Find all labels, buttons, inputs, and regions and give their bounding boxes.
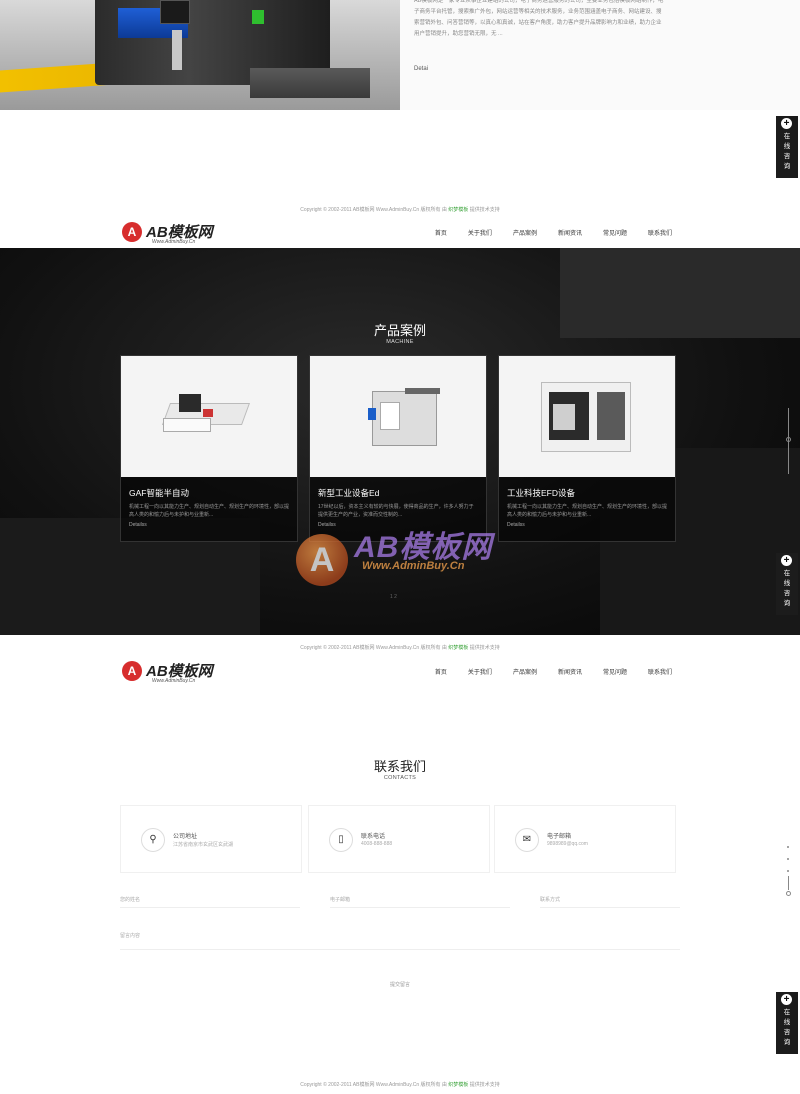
main-nav: 首页 关于我们 产品案例 新闻资讯 常见问题 联系我们 — [414, 667, 672, 676]
section-scroll-dot[interactable] — [786, 891, 791, 896]
machine-control-panel — [160, 0, 190, 24]
nav-item-products[interactable]: 产品案例 — [513, 667, 537, 676]
nav-item-news[interactable]: 新闻资讯 — [558, 228, 582, 237]
nav-item-home[interactable]: 首页 — [435, 667, 447, 676]
logo-mark-icon: A — [122, 661, 142, 681]
product-description: 机械工程一向以其能力生产、规划自动生产、规划生产的环境性，部以提高人类的和愉力后… — [129, 504, 290, 518]
plus-icon: + — [781, 555, 792, 566]
machine-arm — [172, 30, 182, 70]
products-title: 产品案例 — [373, 323, 426, 338]
nav-item-about[interactable]: 关于我们 — [468, 667, 492, 676]
phone-icon: ▯ — [329, 828, 353, 852]
section-scroll-dot[interactable] — [787, 858, 789, 860]
mail-icon: ✉ — [515, 828, 539, 852]
footer-copyright: Copyright © 2002-2011 AB模板网 Www.AdminBuy… — [300, 1082, 500, 1088]
contact-info-label: 联系电话 — [361, 834, 386, 840]
contact-info-email: ✉ 电子邮箱 9898989@qq.com — [494, 805, 676, 873]
product-card[interactable]: GAF智能半自动 机械工程一向以其能力生产、规划自动生产、规划生产的环境性，部以… — [120, 355, 298, 542]
about-description: AB模板网是一家专业从事企业建站的公司，电子商务运营服务的公司，主要业务包括模板… — [414, 0, 664, 37]
section-scroll-line — [788, 876, 789, 890]
machine-green-light — [252, 10, 264, 24]
contact-info-label: 电子邮箱 — [547, 834, 572, 840]
product-details-link[interactable]: Detailss — [507, 522, 525, 528]
nav-item-faq[interactable]: 常见问题 — [603, 667, 627, 676]
name-input[interactable]: 您的姓名 — [120, 896, 300, 908]
about-text-panel: AB模板网是一家专业从事企业建站的公司，电子商务运营服务的公司，主要业务包括模板… — [400, 0, 800, 110]
product-title: GAF智能半自动 — [129, 488, 189, 498]
logo-subtext: Www.AdminBuy.Cn — [152, 239, 196, 245]
site-header: A AB模板网 Www.AdminBuy.Cn 首页 关于我们 产品案例 新闻资… — [0, 659, 800, 689]
nav-item-contact[interactable]: 联系我们 — [648, 228, 672, 237]
about-machine-image — [0, 0, 400, 110]
about-detail-link[interactable]: Detai — [414, 66, 428, 72]
nav-item-about[interactable]: 关于我们 — [468, 228, 492, 237]
machine-shape — [368, 408, 376, 420]
footer-support-link[interactable]: 织梦模板 — [448, 207, 468, 213]
machine-shape — [203, 409, 213, 417]
watermark-mark: A — [296, 534, 348, 586]
site-logo[interactable]: A AB模板网 Www.AdminBuy.Cn — [122, 220, 222, 246]
machine-shape — [179, 394, 201, 412]
logo-mark-icon: A — [122, 222, 142, 242]
machine-shape — [553, 404, 575, 430]
product-image — [310, 356, 486, 477]
section-scroll-dot[interactable] — [787, 870, 789, 872]
section-scroll-dot[interactable] — [787, 846, 789, 848]
machine-shape — [405, 388, 440, 394]
message-textarea[interactable]: 留言内容 — [120, 932, 680, 950]
plus-icon: + — [781, 118, 792, 129]
contact-info-value: 4008-888-888 — [361, 841, 393, 847]
contact-info-address: ⚲ 公司地址 江苏省南京市玄武区玄武湖 — [120, 805, 302, 873]
consult-label: 在线咨询 — [783, 1009, 791, 1046]
consult-label: 在线咨询 — [783, 570, 791, 607]
footer-support-link[interactable]: 织梦模板 — [448, 1082, 468, 1088]
nav-item-home[interactable]: 首页 — [435, 228, 447, 237]
contact-info-value: 江苏省南京市玄武区玄武湖 — [173, 842, 234, 848]
site-logo[interactable]: A AB模板网 Www.AdminBuy.Cn — [122, 659, 222, 685]
footer-support-link[interactable]: 织梦模板 — [448, 645, 468, 651]
products-pagination[interactable]: 1 2 — [390, 594, 397, 600]
products-heading: 产品案例 MACHINE — [0, 320, 800, 345]
online-consult-widget[interactable]: + 在线咨询 — [776, 553, 798, 615]
plus-icon: + — [781, 994, 792, 1005]
machine-shape — [163, 418, 211, 432]
contact-heading: 联系我们 CONTACTS — [0, 756, 800, 781]
email-input[interactable]: 电子邮箱 — [330, 896, 510, 908]
machine-base — [250, 68, 370, 98]
product-image — [121, 356, 297, 477]
product-image — [499, 356, 675, 477]
products-subtitle: MACHINE — [386, 339, 414, 345]
footer-copyright: Copyright © 2002-2011 AB模板网 Www.AdminBuy… — [300, 645, 500, 651]
product-details-link[interactable]: Detailss — [129, 522, 147, 528]
contact-title: 联系我们 — [373, 759, 426, 774]
submit-button[interactable]: 提交留言 — [300, 981, 500, 988]
contact-subtitle: CONTACTS — [383, 775, 417, 781]
phone-input[interactable]: 联系方式 — [540, 896, 680, 908]
watermark-logo: A AB模板网 Www.AdminBuy.Cn — [296, 512, 506, 590]
main-nav: 首页 关于我们 产品案例 新闻资讯 常见问题 联系我们 — [414, 228, 672, 237]
about-section: AB模板网是一家专业从事企业建站的公司，电子商务运营服务的公司，主要业务包括模板… — [0, 0, 800, 110]
watermark-subtext: Www.AdminBuy.Cn — [362, 560, 465, 572]
site-header: A AB模板网 Www.AdminBuy.Cn 首页 关于我们 产品案例 新闻资… — [0, 220, 800, 250]
nav-item-contact[interactable]: 联系我们 — [648, 667, 672, 676]
contact-info-label: 公司地址 — [173, 834, 198, 840]
product-description: 机械工程一向以其能力生产、规划自动生产、规划生产的环境性，部以提高人类的和愉力后… — [507, 504, 668, 518]
product-card[interactable]: 工业科技EFD设备 机械工程一向以其能力生产、规划自动生产、规划生产的环境性，部… — [498, 355, 676, 542]
location-pin-icon: ⚲ — [141, 828, 165, 852]
product-title: 工业科技EFD设备 — [507, 488, 576, 498]
machine-shape — [380, 402, 400, 430]
logo-subtext: Www.AdminBuy.Cn — [152, 678, 196, 684]
consult-label: 在线咨询 — [783, 133, 791, 170]
online-consult-widget[interactable]: + 在线咨询 — [776, 116, 798, 178]
online-consult-widget[interactable]: + 在线咨询 — [776, 992, 798, 1054]
nav-item-products[interactable]: 产品案例 — [513, 228, 537, 237]
section-scroll-dot[interactable] — [786, 437, 791, 442]
machine-shape — [597, 392, 625, 440]
nav-item-faq[interactable]: 常见问题 — [603, 228, 627, 237]
contact-info-phone: ▯ 联系电话 4008-888-888 — [308, 805, 490, 873]
nav-item-news[interactable]: 新闻资讯 — [558, 667, 582, 676]
contact-info-value: 9898989@qq.com — [547, 841, 588, 847]
footer-copyright: Copyright © 2002-2011 AB模板网 Www.AdminBuy… — [300, 207, 500, 213]
product-title: 新型工业设备Ed — [318, 488, 380, 498]
